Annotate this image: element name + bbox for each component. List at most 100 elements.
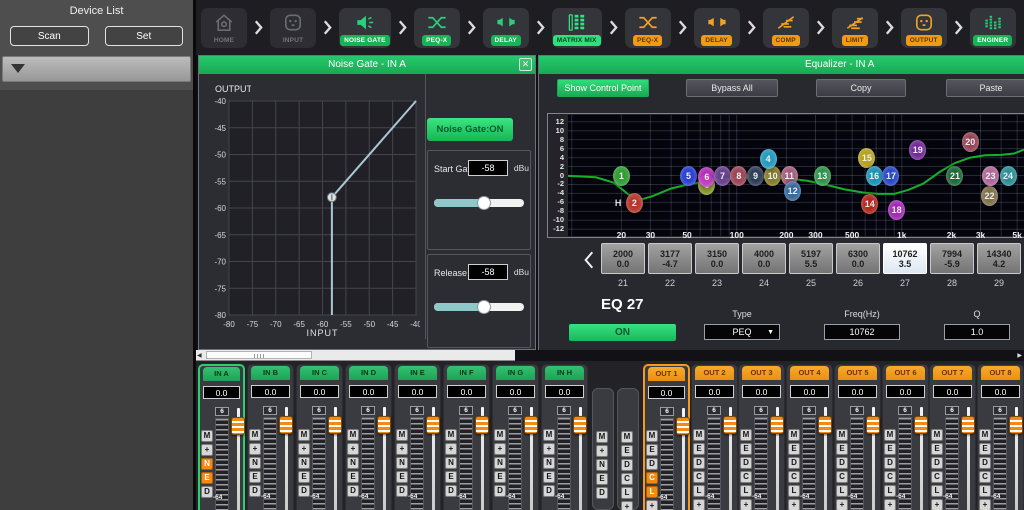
channel-tab[interactable]: IN H — [545, 366, 584, 380]
channel-gain-value[interactable]: 0.0 — [790, 385, 829, 398]
fader-handle[interactable] — [866, 416, 880, 434]
channel-button-d[interactable]: D — [445, 485, 457, 497]
channel-button-d[interactable]: D — [740, 457, 752, 469]
channel-button-m[interactable]: M — [543, 429, 555, 441]
channel-button-d[interactable]: D — [621, 459, 633, 471]
toolbar-item-peq-x[interactable]: PEQ-X — [625, 8, 671, 48]
q-input[interactable]: 1.0 — [944, 324, 1010, 340]
eq-response-graph[interactable]: 12H3567891041112131415161718192021222324 — [568, 115, 1024, 236]
channel-button-n[interactable]: N — [494, 457, 506, 469]
channel-button-n[interactable]: N — [249, 457, 261, 469]
channel-button-c[interactable]: C — [979, 471, 991, 483]
eq-control-point-22[interactable]: 22 — [981, 186, 998, 206]
channel-button-c[interactable]: C — [693, 471, 705, 483]
channel-button-m[interactable]: M — [740, 429, 752, 441]
fader-handle[interactable] — [377, 416, 391, 434]
fader-handle[interactable] — [279, 416, 293, 434]
channel-button-l[interactable]: L — [836, 485, 848, 497]
channel-button-plus[interactable]: + — [693, 499, 705, 510]
eq-band-cell-22[interactable]: 3177-4.7 — [648, 243, 692, 274]
fader-handle[interactable] — [914, 416, 928, 434]
channel-button-e[interactable]: E — [494, 471, 506, 483]
channel-button-plus[interactable]: + — [347, 443, 359, 455]
channel-tab[interactable]: IN C — [300, 366, 339, 380]
eq-band-cell-24[interactable]: 40000.0 — [742, 243, 786, 274]
channel-button-l[interactable]: L — [788, 485, 800, 497]
fader-handle[interactable] — [524, 416, 538, 434]
eq-band-cell-25[interactable]: 51975.5 — [789, 243, 833, 274]
channel-button-d[interactable]: D — [201, 486, 213, 498]
channel-button-c[interactable]: C — [788, 471, 800, 483]
channel-button-e[interactable]: E — [836, 443, 848, 455]
channel-button-d[interactable]: D — [347, 485, 359, 497]
channel-button-d[interactable]: D — [979, 457, 991, 469]
channel-button-m[interactable]: M — [494, 429, 506, 441]
channel-button-d[interactable]: D — [884, 457, 896, 469]
channel-button-plus[interactable]: + — [621, 501, 633, 510]
channel-gain-value[interactable]: 0.0 — [447, 385, 486, 398]
eq-control-point-23[interactable]: 23 — [982, 166, 999, 186]
channel-tab[interactable]: IN D — [349, 366, 388, 380]
toolbar-item-input[interactable]: INPUT — [270, 8, 316, 48]
channel-gain-value[interactable]: 0.0 — [742, 385, 781, 398]
channel-button-l[interactable]: L — [693, 485, 705, 497]
channel-button-m[interactable]: M — [347, 429, 359, 441]
eq-control-point-21[interactable]: 21 — [946, 166, 963, 186]
channel-tab[interactable]: IN B — [251, 366, 290, 380]
channel-button-m[interactable]: M — [249, 429, 261, 441]
eq-band-cell-29[interactable]: 143404.2 — [977, 243, 1021, 274]
channel-button-e[interactable]: E — [884, 443, 896, 455]
channel-gain-value[interactable]: 0.0 — [496, 385, 535, 398]
freq-input[interactable]: 10762 — [824, 324, 900, 340]
channel-tab[interactable]: IN E — [398, 366, 437, 380]
channel-button-e[interactable]: E — [201, 472, 213, 484]
channel-button-l[interactable]: L — [740, 485, 752, 497]
eq-band-cell-23[interactable]: 31500.0 — [695, 243, 739, 274]
channel-gain-value[interactable]: 0.0 — [838, 385, 877, 398]
toolbar-item-matrix-mix[interactable]: MATRIX MIX — [552, 8, 602, 48]
channel-button-d[interactable]: D — [788, 457, 800, 469]
channel-button-plus[interactable]: + — [931, 499, 943, 510]
device-select-dropdown[interactable] — [2, 56, 191, 82]
channel-gain-value[interactable]: 0.0 — [981, 385, 1020, 398]
channel-button-d[interactable]: D — [249, 485, 261, 497]
channel-button-n[interactable]: N — [396, 457, 408, 469]
show-control-point-button[interactable]: Show Control Point — [557, 79, 649, 97]
channel-button-e[interactable]: E — [445, 471, 457, 483]
release-gate-slider[interactable] — [434, 303, 524, 311]
channel-gain-value[interactable]: 0.0 — [886, 385, 925, 398]
channel-button-n[interactable]: N — [201, 458, 213, 470]
channel-gain-value[interactable]: 0.0 — [251, 385, 290, 398]
toolbar-item-delay[interactable]: DELAY — [694, 8, 740, 48]
channel-tab[interactable]: OUT 4 — [790, 366, 829, 380]
channel-button-l[interactable]: L — [931, 485, 943, 497]
toolbar-item-home[interactable]: HOME — [201, 8, 247, 48]
channel-gain-value[interactable]: 0.0 — [398, 385, 437, 398]
channel-button-n[interactable]: N — [445, 457, 457, 469]
channel-button-l[interactable]: L — [646, 486, 658, 498]
fader-handle[interactable] — [475, 416, 489, 434]
channel-tab[interactable]: OUT 2 — [695, 366, 734, 380]
channel-button-m[interactable]: M — [396, 429, 408, 441]
channel-gain-value[interactable]: 0.0 — [203, 386, 240, 399]
fader-handle[interactable] — [818, 416, 832, 434]
eq-control-point-8[interactable]: 8 — [730, 166, 747, 186]
channel-button-l[interactable]: L — [884, 485, 896, 497]
channel-button-d[interactable]: D — [596, 487, 608, 499]
channel-button-d[interactable]: D — [396, 485, 408, 497]
toolbar-item-output[interactable]: OUTPUT — [901, 8, 947, 48]
channel-button-plus[interactable]: + — [884, 499, 896, 510]
channel-button-m[interactable]: M — [298, 429, 310, 441]
start-gate-slider-thumb[interactable] — [477, 196, 491, 210]
fader-handle[interactable] — [328, 416, 342, 434]
channel-button-m[interactable]: M — [836, 429, 848, 441]
channel-button-e[interactable]: E — [931, 443, 943, 455]
channel-gain-value[interactable]: 0.0 — [695, 385, 734, 398]
release-gate-value[interactable]: -58 — [468, 264, 508, 280]
fader-handle[interactable] — [961, 416, 975, 434]
channel-button-c[interactable]: C — [646, 472, 658, 484]
channel-button-plus[interactable]: + — [596, 445, 608, 457]
bands-scroll-left[interactable] — [583, 250, 595, 275]
fader-handle[interactable] — [573, 416, 587, 434]
eq-control-point-5[interactable]: 5 — [680, 166, 697, 186]
